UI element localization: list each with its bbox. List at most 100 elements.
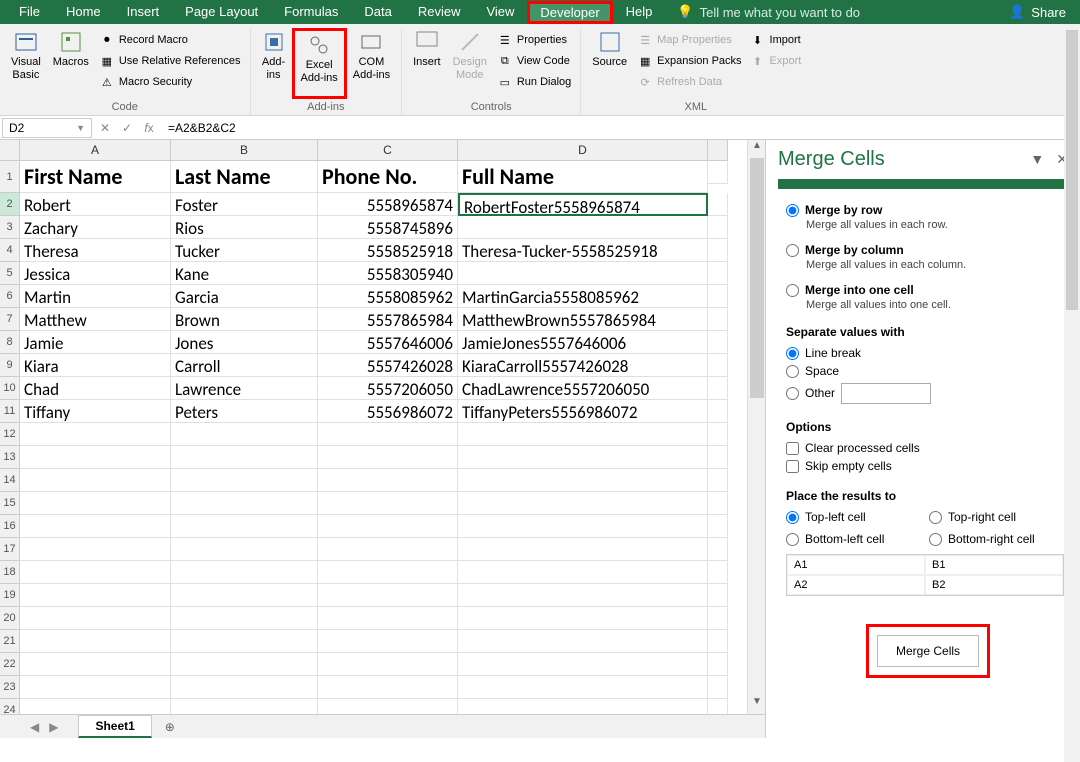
addins-button[interactable]: Add- ins bbox=[256, 28, 292, 99]
accept-formula-button[interactable]: ✓ bbox=[116, 121, 138, 135]
cell-A2[interactable]: Robert bbox=[20, 193, 171, 216]
menu-data[interactable]: Data bbox=[351, 1, 404, 24]
cell-A10[interactable]: Chad bbox=[20, 377, 171, 400]
cell-B7[interactable]: Brown bbox=[171, 308, 318, 331]
cell-empty[interactable] bbox=[171, 423, 318, 446]
col-header-D[interactable]: D bbox=[458, 140, 708, 161]
cell-empty[interactable] bbox=[458, 515, 708, 538]
cell-B3[interactable]: Rios bbox=[171, 216, 318, 239]
sheet-tab-sheet1[interactable]: Sheet1 bbox=[78, 715, 151, 738]
merge-cells-button[interactable]: Merge Cells bbox=[877, 635, 979, 667]
cell-empty[interactable] bbox=[171, 561, 318, 584]
sep-space-label[interactable]: Space bbox=[805, 364, 839, 378]
row-header-24[interactable]: 24 bbox=[0, 699, 20, 714]
design-mode-button[interactable]: Design Mode bbox=[447, 28, 493, 99]
row-header-6[interactable]: 6 bbox=[0, 285, 20, 308]
cell-C6[interactable]: 5558085962 bbox=[318, 285, 458, 308]
cell-empty[interactable] bbox=[458, 653, 708, 676]
row-header-10[interactable]: 10 bbox=[0, 377, 20, 400]
row-header-16[interactable]: 16 bbox=[0, 515, 20, 538]
cell-empty[interactable] bbox=[171, 653, 318, 676]
cell-empty[interactable] bbox=[20, 561, 171, 584]
place-bottom-left-label[interactable]: Bottom-left cell bbox=[805, 532, 884, 546]
merge-by-column-radio[interactable] bbox=[786, 244, 799, 257]
refresh-data-button[interactable]: ⟳Refresh Data bbox=[633, 72, 745, 92]
sep-other-radio[interactable] bbox=[786, 387, 799, 400]
cell-B8[interactable]: Jones bbox=[171, 331, 318, 354]
cell-A5[interactable]: Jessica bbox=[20, 262, 171, 285]
cell-empty[interactable] bbox=[171, 492, 318, 515]
cell-empty[interactable] bbox=[458, 561, 708, 584]
cell-D4[interactable]: Theresa-Tucker-5558525918 bbox=[458, 239, 708, 262]
row-header-15[interactable]: 15 bbox=[0, 492, 20, 515]
cell-empty[interactable] bbox=[171, 607, 318, 630]
place-bottom-right-label[interactable]: Bottom-right cell bbox=[948, 532, 1035, 546]
place-top-right-label[interactable]: Top-right cell bbox=[948, 510, 1016, 524]
cell-empty[interactable] bbox=[171, 676, 318, 699]
cell-D11[interactable]: TiffanyPeters5556986072 bbox=[458, 400, 708, 423]
cell-D10[interactable]: ChadLawrence5557206050 bbox=[458, 377, 708, 400]
properties-button[interactable]: ☰Properties bbox=[493, 30, 575, 50]
sep-other-input[interactable] bbox=[841, 383, 931, 404]
cell-empty[interactable] bbox=[20, 492, 171, 515]
col-header-B[interactable]: B bbox=[171, 140, 318, 161]
menu-help[interactable]: Help bbox=[613, 1, 666, 24]
place-bottom-right-radio[interactable] bbox=[929, 533, 942, 546]
fx-button[interactable]: fx bbox=[138, 121, 160, 135]
cell-empty[interactable] bbox=[458, 699, 708, 714]
xml-export-button[interactable]: ⬆Export bbox=[746, 51, 806, 71]
cell-C8[interactable]: 5557646006 bbox=[318, 331, 458, 354]
col-header-A[interactable]: A bbox=[20, 140, 171, 161]
add-sheet-button[interactable]: ⊕ bbox=[158, 720, 182, 734]
cell-C9[interactable]: 5557426028 bbox=[318, 354, 458, 377]
cell-empty[interactable] bbox=[318, 699, 458, 714]
cell-empty[interactable] bbox=[318, 584, 458, 607]
cell-A3[interactable]: Zachary bbox=[20, 216, 171, 239]
row-header-3[interactable]: 3 bbox=[0, 216, 20, 239]
cell-empty[interactable] bbox=[20, 423, 171, 446]
view-code-button[interactable]: ⧉View Code bbox=[493, 51, 575, 71]
cell-empty[interactable] bbox=[171, 630, 318, 653]
cell-A7[interactable]: Matthew bbox=[20, 308, 171, 331]
menu-page-layout[interactable]: Page Layout bbox=[172, 1, 271, 24]
merge-one-cell-radio[interactable] bbox=[786, 284, 799, 297]
cell-empty[interactable] bbox=[318, 446, 458, 469]
cell-empty[interactable] bbox=[458, 630, 708, 653]
map-properties-button[interactable]: ☰Map Properties bbox=[633, 30, 745, 50]
cell-empty[interactable] bbox=[171, 469, 318, 492]
row-header-1[interactable]: 1 bbox=[0, 161, 20, 193]
sep-linebreak-radio[interactable] bbox=[786, 347, 799, 360]
cell-empty[interactable] bbox=[20, 676, 171, 699]
cell-empty[interactable] bbox=[20, 446, 171, 469]
cell-B2[interactable]: Foster bbox=[171, 193, 318, 216]
header-cell-D[interactable]: Full Name bbox=[458, 161, 708, 193]
row-header-2[interactable]: 2 bbox=[0, 193, 20, 216]
cell-empty[interactable] bbox=[318, 653, 458, 676]
col-header-C[interactable]: C bbox=[318, 140, 458, 161]
scroll-thumb[interactable] bbox=[750, 158, 764, 398]
taskpane-scrollbar[interactable] bbox=[1064, 30, 1080, 762]
clear-processed-label[interactable]: Clear processed cells bbox=[805, 441, 920, 455]
cell-D7[interactable]: MatthewBrown5557865984 bbox=[458, 308, 708, 331]
cell-D8[interactable]: JamieJones5557646006 bbox=[458, 331, 708, 354]
menu-view[interactable]: View bbox=[473, 1, 527, 24]
taskpane-scroll-thumb[interactable] bbox=[1066, 30, 1078, 310]
cell-empty[interactable] bbox=[318, 630, 458, 653]
cell-B9[interactable]: Carroll bbox=[171, 354, 318, 377]
cell-D2[interactable]: RobertFoster5558965874 bbox=[458, 193, 708, 216]
skip-empty-checkbox[interactable] bbox=[786, 460, 799, 473]
cell-empty[interactable] bbox=[20, 515, 171, 538]
cell-empty[interactable] bbox=[171, 515, 318, 538]
header-cell-C[interactable]: Phone No. bbox=[318, 161, 458, 193]
tab-nav-prev[interactable]: ◀ bbox=[30, 720, 39, 734]
cell-empty[interactable] bbox=[20, 607, 171, 630]
cell-empty[interactable] bbox=[318, 515, 458, 538]
row-header-4[interactable]: 4 bbox=[0, 239, 20, 262]
cell-empty[interactable] bbox=[458, 538, 708, 561]
place-top-right-radio[interactable] bbox=[929, 511, 942, 524]
menu-file[interactable]: File bbox=[6, 1, 53, 24]
tell-me-search[interactable]: 💡 Tell me what you want to do bbox=[677, 4, 860, 20]
chevron-down-icon[interactable]: ▼ bbox=[76, 123, 85, 133]
row-header-13[interactable]: 13 bbox=[0, 446, 20, 469]
com-addins-button[interactable]: COM Add-ins bbox=[347, 28, 396, 99]
